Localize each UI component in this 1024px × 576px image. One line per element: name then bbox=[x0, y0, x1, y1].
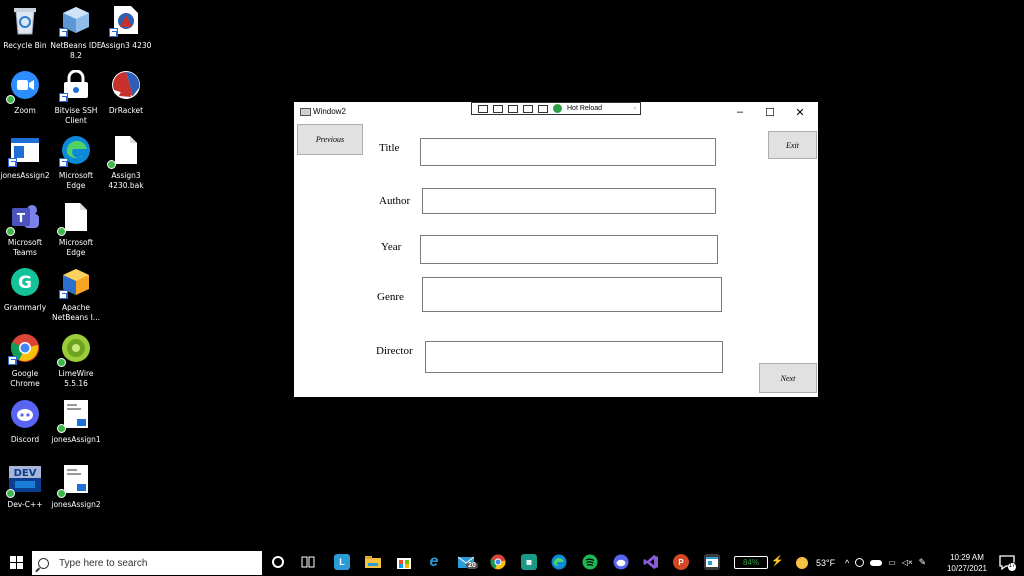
spotify-icon[interactable] bbox=[582, 554, 598, 570]
previous-button[interactable]: Previous bbox=[297, 124, 363, 155]
weather-widget[interactable]: 53°F bbox=[796, 549, 835, 576]
document-icon bbox=[57, 200, 93, 236]
system-tray: ^ ▭ ◁× ✎ bbox=[845, 549, 926, 576]
track-focus-icon[interactable] bbox=[523, 104, 533, 113]
desktop-icon-assign3-bak[interactable]: Assign3 4230.bak bbox=[96, 133, 156, 191]
next-button[interactable]: Next bbox=[759, 363, 817, 393]
minimize-button[interactable]: – bbox=[725, 104, 755, 120]
battery-indicator[interactable]: 84% bbox=[734, 556, 768, 569]
recycle-bin-icon bbox=[8, 3, 42, 37]
genre-field[interactable] bbox=[422, 277, 722, 312]
xaml-debug-toolbar: Hot Reload ‹ bbox=[471, 102, 641, 115]
select-element-icon[interactable] bbox=[493, 104, 503, 113]
dev-badge-text: DEV bbox=[14, 468, 37, 479]
hot-reload-label[interactable]: Hot Reload bbox=[567, 105, 602, 112]
app-window-window2: Window2 Hot Reload ‹ – ☐ ✕ Previous Exit… bbox=[294, 102, 818, 397]
hot-reload-check-icon bbox=[553, 104, 562, 113]
teams-icon: T bbox=[6, 200, 42, 236]
live-visual-tree-icon[interactable] bbox=[478, 104, 488, 113]
genre-label: Genre bbox=[377, 291, 404, 303]
title-field[interactable] bbox=[420, 138, 716, 166]
taskbar: Type here to search L e 20 ▦ P 84% ⚡ 53°… bbox=[0, 549, 1024, 576]
running-app-window-icon[interactable] bbox=[704, 554, 720, 570]
target-icon[interactable] bbox=[855, 558, 865, 567]
discord-icon bbox=[8, 397, 42, 431]
start-button[interactable] bbox=[10, 556, 23, 569]
netbeans-cube-icon bbox=[59, 3, 93, 37]
onedrive-cloud-icon[interactable] bbox=[870, 559, 883, 566]
grammarly-icon: G bbox=[8, 265, 42, 299]
clock-time: 10:29 AM bbox=[950, 553, 984, 562]
binding-failures-icon[interactable] bbox=[538, 104, 548, 113]
director-field[interactable] bbox=[425, 341, 723, 373]
racket-file-icon bbox=[109, 3, 143, 37]
sun-icon bbox=[796, 556, 808, 569]
desktop-icon-limewire[interactable]: LimeWire 5.5.16 bbox=[46, 331, 106, 389]
window-app-icon bbox=[8, 133, 42, 167]
zoom-icon bbox=[6, 68, 42, 104]
display-adorners-icon[interactable] bbox=[508, 104, 518, 113]
file-thumbnail-icon bbox=[57, 397, 93, 433]
taskbar-clock[interactable]: 10:29 AM 10/27/2021 bbox=[940, 552, 994, 574]
visual-studio-icon[interactable] bbox=[643, 554, 659, 570]
year-field[interactable] bbox=[420, 235, 718, 264]
network-icon[interactable]: ▭ bbox=[888, 558, 896, 567]
windows-logo-icon bbox=[10, 556, 16, 562]
desktop-icon-assign3[interactable]: Assign3 4230 bbox=[96, 3, 156, 51]
chrome-icon bbox=[8, 331, 42, 365]
calculator-app-icon[interactable]: ▦ bbox=[521, 554, 537, 570]
desktop-icon-jonesassign2-file[interactable]: jonesAssign2 bbox=[46, 462, 106, 510]
director-label: Director bbox=[376, 345, 413, 357]
powerpoint-icon[interactable]: P bbox=[673, 554, 689, 570]
window-app-icon bbox=[300, 108, 311, 116]
store-icon[interactable] bbox=[396, 554, 412, 570]
desktop-icon-jonesassign1[interactable]: jonesAssign1 bbox=[46, 397, 106, 445]
pen-workspace-icon[interactable]: ✎ bbox=[919, 557, 927, 568]
charging-bolt-icon: ⚡ bbox=[771, 556, 784, 567]
internet-explorer-icon[interactable]: e bbox=[426, 553, 442, 570]
svg-text:G: G bbox=[18, 273, 32, 293]
notification-count: 17 bbox=[1008, 563, 1016, 569]
desktop-icon-apache-netbeans[interactable]: Apache NetBeans I... bbox=[46, 265, 106, 323]
devcpp-icon: DEV bbox=[6, 462, 42, 498]
discord-taskbar-icon[interactable] bbox=[613, 554, 629, 570]
maximize-button[interactable]: ☐ bbox=[755, 104, 785, 120]
taskbar-search-box[interactable]: Type here to search bbox=[32, 551, 262, 575]
edge-taskbar-icon[interactable] bbox=[551, 554, 567, 570]
document-icon bbox=[107, 133, 143, 169]
file-explorer-icon[interactable] bbox=[365, 554, 381, 570]
desktop-icon-drracket[interactable]: DrRacket bbox=[96, 68, 156, 116]
volume-muted-icon[interactable]: ◁× bbox=[902, 558, 913, 567]
close-button[interactable]: ✕ bbox=[785, 104, 815, 120]
task-view-icon[interactable] bbox=[300, 554, 316, 570]
clock-date: 10/27/2021 bbox=[946, 564, 988, 573]
author-field[interactable] bbox=[422, 188, 716, 214]
year-label: Year bbox=[381, 241, 402, 253]
mail-badge: 20 bbox=[466, 562, 478, 569]
edge-icon bbox=[59, 133, 93, 167]
bitvise-icon bbox=[59, 68, 93, 102]
title-label: Title bbox=[379, 142, 400, 154]
notification-center-button[interactable]: 17 bbox=[998, 554, 1016, 572]
exit-button[interactable]: Exit bbox=[768, 131, 817, 159]
author-label: Author bbox=[379, 195, 411, 207]
chrome-taskbar-icon[interactable] bbox=[490, 554, 506, 570]
limewire-icon bbox=[57, 331, 93, 367]
collapse-chevron-icon[interactable]: ‹ bbox=[634, 105, 636, 112]
window-titlebar[interactable]: Window2 Hot Reload ‹ – ☐ ✕ bbox=[294, 102, 818, 122]
cortana-icon[interactable] bbox=[270, 554, 286, 570]
drracket-icon bbox=[109, 68, 143, 102]
svg-text:T: T bbox=[17, 211, 26, 225]
chevron-up-icon[interactable]: ^ bbox=[845, 558, 849, 568]
mail-icon[interactable]: 20 bbox=[458, 554, 478, 570]
search-placeholder: Type here to search bbox=[59, 557, 148, 569]
file-thumbnail-icon bbox=[57, 462, 93, 498]
search-icon bbox=[38, 557, 49, 569]
desktop-icon-edge-file[interactable]: Microsoft Edge bbox=[46, 200, 106, 258]
apache-netbeans-icon bbox=[59, 265, 93, 299]
weather-temp: 53°F bbox=[816, 557, 836, 568]
window-title: Window2 bbox=[313, 107, 346, 116]
lync-app-icon[interactable]: L bbox=[334, 554, 350, 570]
